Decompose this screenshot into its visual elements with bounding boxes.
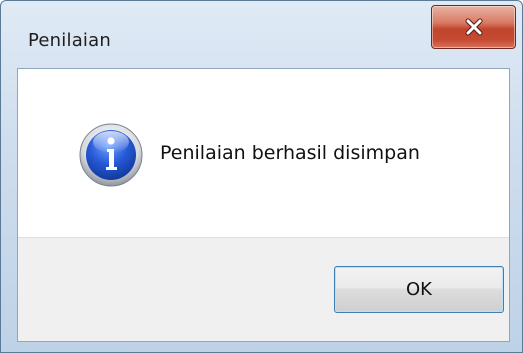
dialog-window: Penilaian Penilaian berhasil disimpan OK (0, 0, 523, 353)
info-icon (79, 123, 143, 187)
close-icon (465, 18, 482, 36)
close-button[interactable] (431, 5, 516, 49)
ok-button[interactable]: OK (334, 266, 504, 313)
message-text: Penilaian berhasil disimpan (160, 142, 420, 164)
window-title: Penilaian (28, 30, 111, 51)
dialog-body: Penilaian berhasil disimpan OK (17, 68, 510, 342)
button-bar: OK (18, 237, 509, 341)
title-bar[interactable]: Penilaian (1, 1, 522, 68)
message-area: Penilaian berhasil disimpan (18, 69, 509, 237)
